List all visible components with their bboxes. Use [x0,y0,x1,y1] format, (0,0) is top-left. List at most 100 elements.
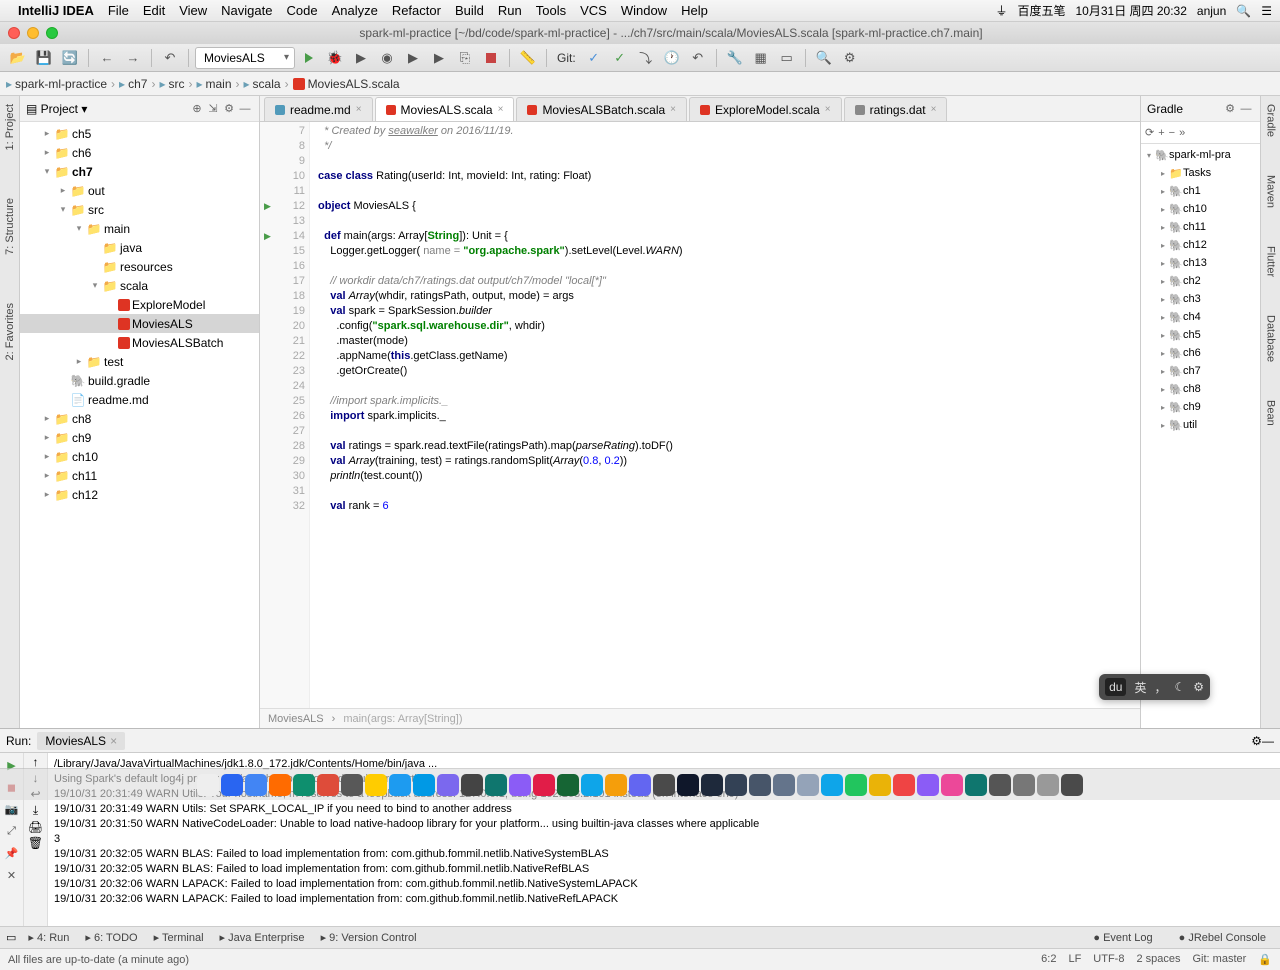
tree-item-build.gradle[interactable]: 🐘build.gradle [20,371,259,390]
editor-breadcrumb[interactable]: MoviesALS›main(args: Array[String]) [260,708,1140,728]
scroll-icon[interactable]: ⤓ [33,803,38,818]
menu-help[interactable]: Help [681,3,708,18]
flutter-tool-tab[interactable]: Flutter [1265,242,1277,281]
gradle-ch7[interactable]: ▸🐘ch7 [1143,362,1258,380]
crumb-5[interactable]: MoviesALS.scala [293,77,400,91]
dock-app-10[interactable] [437,774,459,796]
dock-app-1[interactable] [221,774,243,796]
tree-item-main[interactable]: ▾📁main [20,219,259,238]
dock-app-36[interactable] [1061,774,1083,796]
git-branch[interactable]: Git: master [1193,953,1247,966]
scroll-from-source-icon[interactable]: ⊕ [189,102,205,115]
menu-run[interactable]: Run [498,3,522,18]
favorites-tool-tab[interactable]: 2: Favorites [4,299,16,364]
menu-analyze[interactable]: Analyze [332,3,378,18]
gradle-ch9[interactable]: ▸🐘ch9 [1143,398,1258,416]
undo-nav-icon[interactable]: ↶ [158,47,182,69]
user-name[interactable]: anjun [1197,4,1226,18]
dock-app-3[interactable] [269,774,291,796]
git-revert-icon[interactable]: ↶ [686,47,710,69]
dock-app-12[interactable] [485,774,507,796]
coverage-icon[interactable]: ▶ [349,47,373,69]
gradle-ch1[interactable]: ▸🐘ch1 [1143,182,1258,200]
dock-app-31[interactable] [941,774,963,796]
dock-app-22[interactable] [725,774,747,796]
bottom-tab-4: Run[interactable]: ▸ 4: Run [20,931,77,944]
tree-item-ch10[interactable]: ▸📁ch10 [20,447,259,466]
structure-tool-tab[interactable]: 7: Structure [4,194,16,259]
tab-close-icon[interactable]: × [670,104,676,115]
bottom-tab-Event Log[interactable]: ● Event Log [1085,932,1160,944]
app-name[interactable]: IntelliJ IDEA [18,3,94,18]
ime-moon-icon[interactable]: ☾ [1174,680,1185,694]
run-icon[interactable] [297,47,321,69]
dock-app-2[interactable] [245,774,267,796]
lock-icon[interactable]: 🔒 [1258,953,1272,966]
tab-close-icon[interactable]: × [825,104,831,115]
dock-app-32[interactable] [965,774,987,796]
profile-icon[interactable]: ◉ [375,47,399,69]
caret-pos[interactable]: 6:2 [1041,953,1056,966]
bottom-tab-Java Enterprise[interactable]: ▸ Java Enterprise [212,931,313,944]
tab-ExploreModel.scala[interactable]: ExploreModel.scala× [689,97,842,121]
tab-close-icon[interactable]: × [498,104,504,115]
bottom-tab-6: TODO[interactable]: ▸ 6: TODO [77,931,145,944]
editor-code[interactable]: * Created by seawalker on 2016/11/19. */… [310,122,1140,708]
git-history-icon[interactable]: 🕐 [660,47,684,69]
tree-item-scala[interactable]: ▾📁scala [20,276,259,295]
gradle-ch12[interactable]: ▸🐘ch12 [1143,236,1258,254]
gradle-ch5[interactable]: ▸🐘ch5 [1143,326,1258,344]
ime-toolbar[interactable]: du 英 ， ☾ ⚙ [1099,674,1210,700]
search-icon[interactable]: 🔍 [812,47,836,69]
crumb-2[interactable]: ▸ src [159,77,184,91]
project-tree[interactable]: ▸📁ch5▸📁ch6▾📁ch7▸📁out▾📁src▾📁main📁java📁res… [20,122,259,728]
gradle-refresh-icon[interactable]: ⟳ [1145,126,1154,139]
menu-build[interactable]: Build [455,3,484,18]
clock[interactable]: 10月31日 周四 20:32 [1076,2,1187,19]
menu-view[interactable]: View [179,3,207,18]
tree-item-resources[interactable]: 📁resources [20,257,259,276]
dock-app-23[interactable] [749,774,771,796]
gradle-ch10[interactable]: ▸🐘ch10 [1143,200,1258,218]
encoding[interactable]: UTF-8 [1093,953,1124,966]
run-settings-icon[interactable]: ⚙ [1251,734,1262,748]
dock-app-6[interactable] [341,774,363,796]
gradle-tree[interactable]: ▾🐘spark-ml-pra▸📁Tasks▸🐘ch1▸🐘ch10▸🐘ch11▸🐘… [1141,144,1260,728]
tree-item-readme.md[interactable]: 📄readme.md [20,390,259,409]
database-tool-tab[interactable]: Database [1265,311,1277,366]
dock-app-17[interactable] [605,774,627,796]
dock-app-30[interactable] [917,774,939,796]
collapse-icon[interactable]: ⇲ [205,102,221,115]
dock-app-35[interactable] [1037,774,1059,796]
tree-item-java[interactable]: 📁java [20,238,259,257]
dock-app-8[interactable] [389,774,411,796]
forward-icon[interactable]: → [121,47,145,69]
run-hide-icon[interactable]: — [1262,734,1274,748]
hide-icon[interactable]: — [237,103,253,115]
close-run-icon[interactable]: ✕ [2,865,22,885]
dock-app-5[interactable] [317,774,339,796]
tree-item-MoviesALSBatch[interactable]: MoviesALSBatch [20,333,259,352]
indent[interactable]: 2 spaces [1136,953,1180,966]
window-zoom[interactable] [46,27,58,39]
menu-tools[interactable]: Tools [536,3,566,18]
git-update-icon[interactable]: ✓ [582,47,606,69]
menu-file[interactable]: File [108,3,129,18]
tab-MoviesALS.scala[interactable]: MoviesALS.scala× [375,97,515,121]
dock-app-19[interactable] [653,774,675,796]
tree-item-test[interactable]: ▸📁test [20,352,259,371]
tree-item-ch6[interactable]: ▸📁ch6 [20,143,259,162]
gradle-ch8[interactable]: ▸🐘ch8 [1143,380,1258,398]
crumb-1[interactable]: ▸ ch7 [119,77,147,91]
save-icon[interactable]: 💾 [32,47,56,69]
bottom-tab-Terminal[interactable]: ▸ Terminal [146,931,212,944]
project-tool-tab[interactable]: 1: Project [4,100,16,154]
tab-MoviesALSBatch.scala[interactable]: MoviesALSBatch.scala× [516,97,687,121]
dock-app-15[interactable] [557,774,579,796]
open-icon[interactable]: 📂 [6,47,30,69]
bean-tool-tab[interactable]: Bean [1265,396,1277,430]
dock-app-25[interactable] [797,774,819,796]
debug-icon[interactable]: 🐞 [323,47,347,69]
panel-settings-icon[interactable]: ⚙ [221,102,237,115]
dock-app-26[interactable] [821,774,843,796]
